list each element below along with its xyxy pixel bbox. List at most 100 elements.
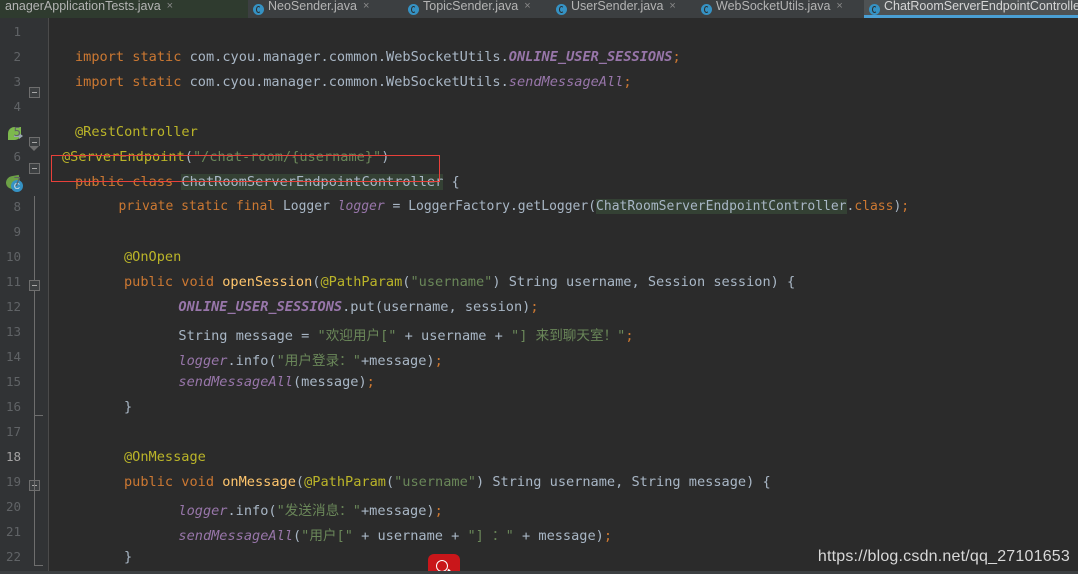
kw-import-2: import <box>75 74 124 90</box>
line-number: 5 <box>0 124 24 139</box>
line-number: 6 <box>0 149 24 164</box>
code-line-11: public void openSession(@PathParam("user… <box>124 274 795 290</box>
type-string-4: String <box>632 474 681 490</box>
type-logger-factory: LoggerFactory <box>408 199 510 214</box>
line-number: 17 <box>0 424 24 439</box>
kw-static: static <box>132 49 181 65</box>
kw-static-3: static <box>181 199 228 214</box>
java-file-icon <box>869 4 880 15</box>
field-logger: logger <box>338 199 385 214</box>
code-line-14: logger.info("用户登录："+message); <box>124 349 443 369</box>
kw-void: void <box>181 274 214 290</box>
line-number: 9 <box>0 224 24 239</box>
annotation-rest-controller: @RestController <box>75 124 198 140</box>
editor-tab-label: WebSocketUtils.java <box>716 0 830 13</box>
fold-region-end-line22 <box>34 560 43 566</box>
line-number: 2 <box>0 49 24 64</box>
fold-marker-line3[interactable] <box>29 87 40 98</box>
java-file-icon <box>701 4 712 15</box>
import-path-2: com.cyou.manager.common.WebSocketUtils. <box>190 74 509 90</box>
const-online-user-sessions: ONLINE_USER_SESSIONS <box>509 49 673 65</box>
code-line-10: @OnOpen <box>124 249 181 265</box>
kw-class: class <box>132 174 173 190</box>
annotation-server-endpoint: @ServerEndpoint <box>62 149 185 165</box>
kw-public-2: public <box>124 274 173 290</box>
code-editor[interactable]: C 1234567891011121314151617181920212223 … <box>0 18 1078 574</box>
code-line-6: @ServerEndpoint("/chat-room/{username}") <box>62 149 389 165</box>
line-number: 16 <box>0 399 24 414</box>
kw-static-2: static <box>132 74 181 90</box>
user-suffix-literal: "] ：" <box>467 528 513 544</box>
code-line-22: } <box>124 549 132 565</box>
java-file-icon <box>408 4 419 15</box>
annotation-on-open: @OnOpen <box>124 249 181 265</box>
line-number: 15 <box>0 374 24 389</box>
close-icon[interactable]: × <box>669 0 675 12</box>
close-icon[interactable]: × <box>167 0 173 12</box>
editor-tab-label: ChatRoomServerEndpointController.java <box>884 0 1078 13</box>
fold-marker-line6[interactable] <box>29 163 40 174</box>
annotation-path-param-2: @PathParam <box>304 474 386 490</box>
annotation-path-param: @PathParam <box>320 274 402 290</box>
line-number: 11 <box>0 274 24 289</box>
editor-tab-label: TopicSender.java <box>423 0 518 13</box>
close-icon[interactable]: × <box>363 0 369 12</box>
editor-tab-4[interactable]: WebSocketUtils.java × <box>696 0 864 18</box>
editor-tab-0[interactable]: anagerApplicationTests.java × <box>0 0 248 18</box>
line-number: 4 <box>0 99 24 114</box>
code-line-20: logger.info("发送消息："+message); <box>124 499 443 519</box>
watermark-url: https://blog.csdn.net/qq_27101653 <box>818 548 1070 566</box>
line-number: 19 <box>0 474 24 489</box>
fold-region-end-line16 <box>34 410 43 416</box>
field-logger-use: logger <box>178 353 227 369</box>
line-number: 13 <box>0 324 24 339</box>
path-param-literal: "username" <box>410 274 492 290</box>
code-line-13: String message = "欢迎用户[" + username + "]… <box>124 324 634 344</box>
editor-tab-2[interactable]: TopicSender.java × <box>403 0 551 18</box>
send-log-literal: "发送消息：" <box>277 503 361 519</box>
call-send-message-all-2: sendMessageAll <box>178 528 293 544</box>
code-line-19: public void onMessage(@PathParam("userna… <box>124 474 771 490</box>
annotation-on-message: @OnMessage <box>124 449 206 465</box>
line-number: 21 <box>0 524 24 539</box>
type-string-2: String <box>178 328 227 344</box>
line-number: 14 <box>0 349 24 364</box>
fold-region-bar-2 <box>34 396 35 566</box>
line-number: 8 <box>0 199 24 214</box>
method-on-message: onMessage <box>222 474 296 490</box>
close-icon[interactable]: × <box>836 0 842 12</box>
editor-tab-bar: anagerApplicationTests.java×NeoSender.ja… <box>0 0 1078 18</box>
kw-private: private <box>119 199 174 214</box>
call-get-logger: getLogger <box>518 199 588 214</box>
code-content[interactable]: import static com.cyou.manager.common.We… <box>49 18 1078 574</box>
kw-final: final <box>236 199 275 214</box>
type-string: String <box>509 274 558 290</box>
editor-tab-3[interactable]: UserSender.java× <box>551 0 696 18</box>
code-line-16: } <box>124 399 132 415</box>
code-line-12: ONLINE_USER_SESSIONS.put(username, sessi… <box>124 299 539 315</box>
java-file-icon <box>253 4 264 15</box>
user-prefix-literal: "用户[" <box>301 528 353 544</box>
type-string-3: String <box>492 474 541 490</box>
fold-marker-line5[interactable] <box>29 137 40 146</box>
kw-public-3: public <box>124 474 173 490</box>
type-logger: Logger <box>283 199 330 214</box>
close-icon[interactable]: × <box>524 0 530 12</box>
editor-tab-5[interactable]: ChatRoomServerEndpointController.java× <box>864 0 1078 18</box>
code-line-2: import static com.cyou.manager.common.We… <box>75 49 681 65</box>
line-number: 3 <box>0 74 24 89</box>
kw-public: public <box>75 174 124 190</box>
editor-tab-1[interactable]: NeoSender.java× <box>248 0 403 18</box>
line-number: 20 <box>0 499 24 514</box>
code-line-3: import static com.cyou.manager.common.We… <box>75 74 632 90</box>
kw-import: import <box>75 49 124 65</box>
line-number: 12 <box>0 299 24 314</box>
line-number: 1 <box>0 24 24 39</box>
code-line-7: public class ChatRoomServerEndpointContr… <box>75 174 460 190</box>
line-number: 18 <box>0 449 24 464</box>
path-param-literal-2: "username" <box>394 474 476 490</box>
code-line-21: sendMessageAll("用户[" + username + "] ：" … <box>124 524 612 544</box>
fold-marker-line11[interactable] <box>29 280 40 291</box>
editor-tab-label: anagerApplicationTests.java <box>5 0 161 13</box>
line-number: 10 <box>0 249 24 264</box>
